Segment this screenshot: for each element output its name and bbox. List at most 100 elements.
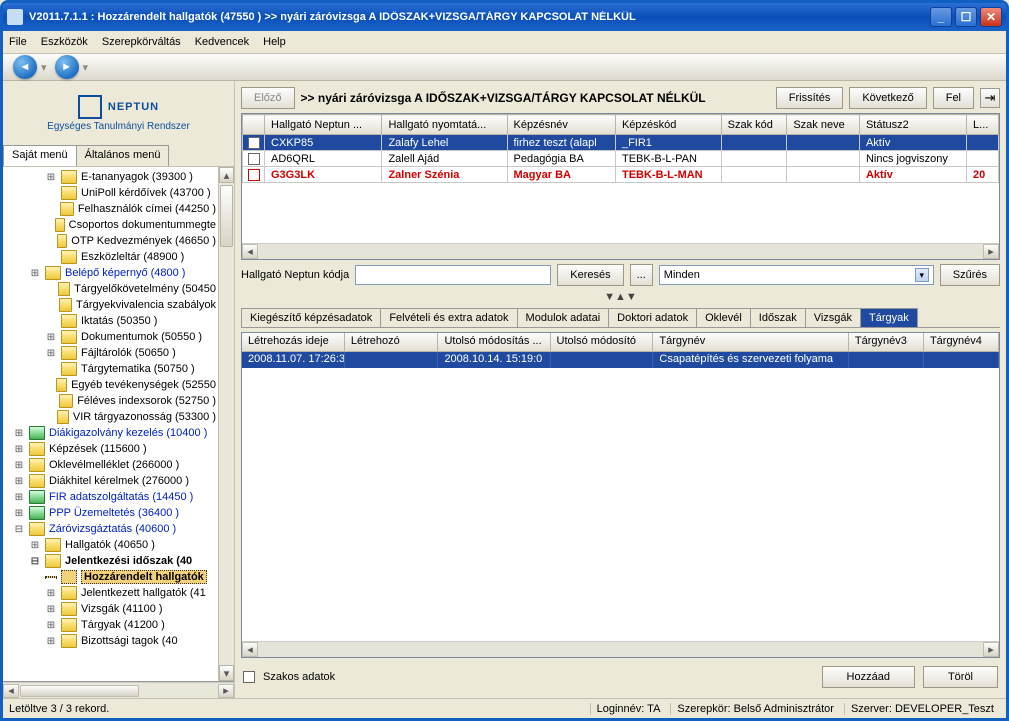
detail-tab[interactable]: Felvételi és extra adatok xyxy=(380,308,517,327)
szakos-label: Szakos adatok xyxy=(263,671,335,683)
tree-item[interactable]: Tárgyelőkövetelmény (50450 xyxy=(3,281,234,297)
detail-tab[interactable]: Oklevél xyxy=(696,308,751,327)
detail-col-header[interactable]: Tárgynév xyxy=(653,333,848,351)
next-button[interactable]: Következő xyxy=(849,87,926,109)
detail-tab[interactable]: Vizsgák xyxy=(805,308,861,327)
tree-item[interactable]: Csoportos dokumentummegte xyxy=(3,217,234,233)
grid-row[interactable]: G3G3LKZalner SzéniaMagyar BATEBK-B-L-MAN… xyxy=(243,167,999,183)
detail-col-header[interactable]: Tárgynév3 xyxy=(849,333,924,351)
detail-tab[interactable]: Kiegészítő képzésadatok xyxy=(241,308,381,327)
detail-cell[interactable] xyxy=(551,352,654,368)
browse-button[interactable]: ... xyxy=(630,264,653,286)
tree-item[interactable]: ⊞Jelentkezett hallgatók (41 xyxy=(3,585,234,601)
close-button[interactable]: ✕ xyxy=(980,7,1002,27)
tree-item[interactable]: ⊞Belépő képernyő (4800 ) xyxy=(3,265,234,281)
tree-item[interactable]: VIR tárgyazonosság (53300 ) xyxy=(3,409,234,425)
tree-item[interactable]: Eszközleltár (48900 ) xyxy=(3,249,234,265)
detail-cell[interactable]: 2008.11.07. 17:26:3 xyxy=(242,352,345,368)
tree-item[interactable]: ⊞Hallgatók (40650 ) xyxy=(3,537,234,553)
nav-back-menu[interactable]: ▾ xyxy=(41,61,47,74)
splitter[interactable]: ▼▲▼ xyxy=(241,290,1000,304)
grid-col-header[interactable]: Hallgató nyomtatá... xyxy=(382,115,507,135)
delete-button[interactable]: Töröl xyxy=(923,666,998,688)
detail-tabs: Kiegészítő képzésadatokFelvételi és extr… xyxy=(241,308,1000,328)
detail-tab[interactable]: Időszak xyxy=(750,308,806,327)
grid-col-header[interactable]: Szak neve xyxy=(787,115,860,135)
tree-item[interactable]: UniPoll kérdőívek (43700 ) xyxy=(3,185,234,201)
tree-scrollbar[interactable]: ▴ ▾ xyxy=(218,167,234,681)
detail-col-header[interactable]: Tárgynév4 xyxy=(924,333,999,351)
detail-cell[interactable] xyxy=(924,352,999,368)
detail-col-header[interactable]: Utolsó módosító xyxy=(551,333,654,351)
menu-help[interactable]: Help xyxy=(263,36,286,48)
up-button[interactable]: Fel xyxy=(933,87,974,109)
tree-item[interactable]: ⊞Képzések (115600 ) xyxy=(3,441,234,457)
logo: NEPTUN Egységes Tanulmányi Rendszer xyxy=(3,81,234,145)
menu-role-switch[interactable]: Szerepkörváltás xyxy=(102,36,181,48)
grid-hscroll[interactable]: ◂▸ xyxy=(242,243,999,259)
detail-col-header[interactable]: Létrehozás ideje xyxy=(242,333,345,351)
tree-item[interactable]: ⊞Fájltárolók (50650 ) xyxy=(3,345,234,361)
pin-button[interactable]: ⇥ xyxy=(980,88,1000,108)
tree-item[interactable]: ⊞Vizsgák (41100 ) xyxy=(3,601,234,617)
detail-col-header[interactable]: Létrehozó xyxy=(345,333,439,351)
grid-col-header[interactable]: Képzéskód xyxy=(615,115,721,135)
add-button[interactable]: Hozzáad xyxy=(822,666,915,688)
grid-col-header[interactable]: Szak kód xyxy=(721,115,787,135)
filter-dropdown[interactable]: Minden ▾ xyxy=(659,265,934,285)
tree-item[interactable]: ⊟Jelentkezési időszak (40 xyxy=(3,553,234,569)
detail-cell[interactable] xyxy=(345,352,439,368)
grid-col-header[interactable]: Státusz2 xyxy=(859,115,966,135)
detail-cell[interactable]: Csapatépítés és szervezeti folyama xyxy=(653,352,848,368)
detail-col-header[interactable]: Utolsó módosítás ... xyxy=(438,333,550,351)
tab-own-menu[interactable]: Saját menü xyxy=(3,145,77,166)
tree-item[interactable]: Féléves indexsorok (52750 ) xyxy=(3,393,234,409)
detail-tab[interactable]: Modulok adatai xyxy=(517,308,610,327)
detail-cell[interactable] xyxy=(849,352,924,368)
grid-row[interactable]: AD6QRLZalell AjádPedagógia BATEBK-B-L-PA… xyxy=(243,151,999,167)
grid-col-header[interactable] xyxy=(243,115,265,135)
apply-filter-button[interactable]: Szűrés xyxy=(940,264,1000,286)
tree-item[interactable]: OTP Kedvezmények (46650 ) xyxy=(3,233,234,249)
tree-item[interactable]: ⊞Tárgyak (41200 ) xyxy=(3,617,234,633)
tree-item[interactable]: ⊞Dokumentumok (50550 ) xyxy=(3,329,234,345)
grid-col-header[interactable]: Képzésnév xyxy=(507,115,615,135)
grid-col-header[interactable]: L... xyxy=(967,115,999,135)
tree-item[interactable]: ⊞Oklevélmelléklet (266000 ) xyxy=(3,457,234,473)
detail-tab[interactable]: Tárgyak xyxy=(860,308,918,327)
minimize-button[interactable]: _ xyxy=(930,7,952,27)
tree-item[interactable]: ⊟Záróvizsgáztatás (40600 ) xyxy=(3,521,234,537)
tree-item[interactable]: ⊞Diákigazolvány kezelés (10400 ) xyxy=(3,425,234,441)
tree-item[interactable]: Hozzárendelt hallgatók xyxy=(3,569,234,585)
menu-tools[interactable]: Eszközök xyxy=(41,36,88,48)
detail-cell[interactable]: 2008.10.14. 15:19:0 xyxy=(438,352,550,368)
prev-button[interactable]: Előző xyxy=(241,87,295,109)
tree-item[interactable]: Tárgytematika (50750 ) xyxy=(3,361,234,377)
nav-back-button[interactable]: ◄ xyxy=(13,55,37,79)
tree-item[interactable]: ⊞Diákhitel kérelmek (276000 ) xyxy=(3,473,234,489)
detail-hscroll[interactable]: ◂▸ xyxy=(242,641,999,657)
maximize-button[interactable]: ☐ xyxy=(955,7,977,27)
nav-forward-menu[interactable]: ▾ xyxy=(83,61,89,74)
nav-forward-button[interactable]: ► xyxy=(55,55,79,79)
detail-tab[interactable]: Doktori adatok xyxy=(608,308,697,327)
tree-item[interactable]: Iktatás (50350 ) xyxy=(3,313,234,329)
szakos-checkbox[interactable] xyxy=(243,671,255,683)
tab-general-menu[interactable]: Általános menü xyxy=(76,145,170,166)
tree-item[interactable]: ⊞E-tananyagok (39300 ) xyxy=(3,169,234,185)
tree-item[interactable]: ⊞PPP Üzemeltetés (36400 ) xyxy=(3,505,234,521)
tree-item[interactable]: ⊞FIR adatszolgáltatás (14450 ) xyxy=(3,489,234,505)
menu-tree[interactable]: ▴ ▾ ⊞E-tananyagok (39300 )UniPoll kérdőí… xyxy=(3,167,234,682)
grid-row[interactable]: CXKP85Zalafy Lehelfirhez teszt (alapl_FI… xyxy=(243,135,999,151)
tree-item[interactable]: Tárgyekvivalencia szabályok xyxy=(3,297,234,313)
tree-item[interactable]: ⊞Bizottsági tagok (40 xyxy=(3,633,234,649)
menu-favorites[interactable]: Kedvencek xyxy=(195,36,249,48)
tree-hscroll[interactable]: ◂▸ xyxy=(3,682,234,698)
grid-col-header[interactable]: Hallgató Neptun ... xyxy=(265,115,382,135)
filter-input[interactable] xyxy=(355,265,551,285)
tree-item[interactable]: Egyéb tevékenységek (52550 xyxy=(3,377,234,393)
search-button[interactable]: Keresés xyxy=(557,264,623,286)
refresh-button[interactable]: Frissítés xyxy=(776,87,844,109)
tree-item[interactable]: Felhasználók címei (44250 ) xyxy=(3,201,234,217)
menu-file[interactable]: File xyxy=(9,36,27,48)
